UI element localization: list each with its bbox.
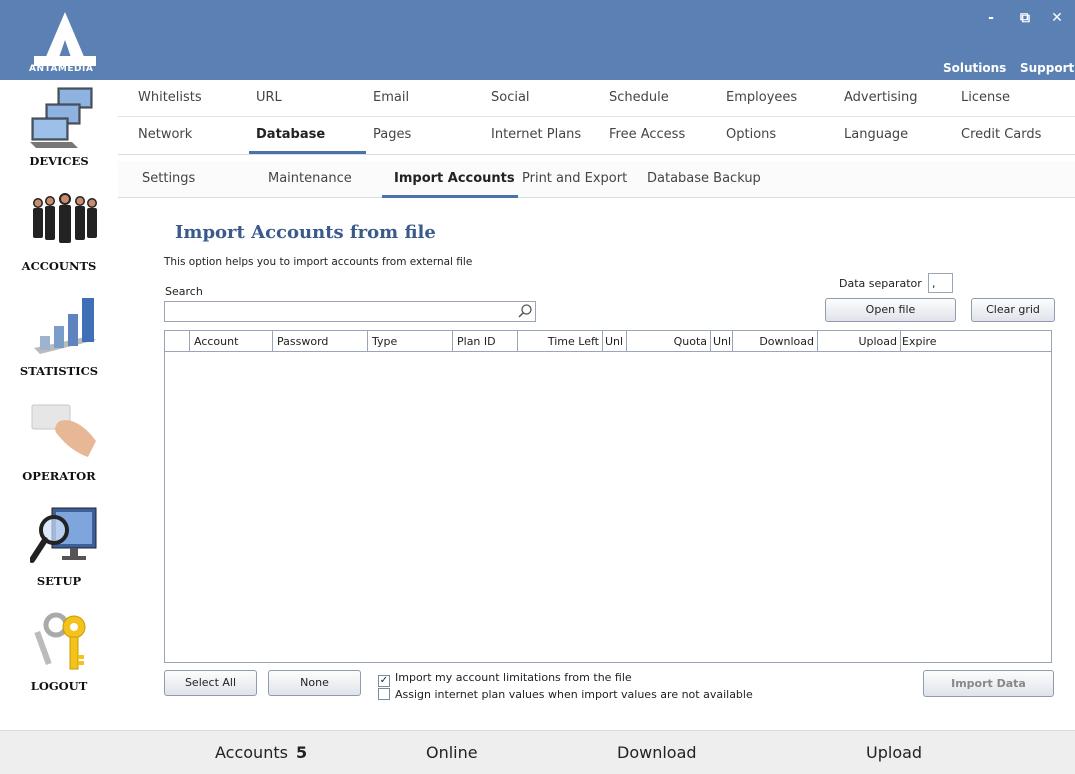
data-separator-label: Data separator (839, 277, 922, 290)
sidebar-item-logout[interactable]: LOGOUT (0, 605, 118, 710)
sidebar-item-statistics[interactable]: STATISTICS (0, 290, 118, 395)
tab-row-primary: Whitelists URL Email Social Schedule Emp… (118, 80, 1075, 117)
sidebar-item-setup[interactable]: SETUP (0, 500, 118, 605)
sidebar-item-devices[interactable]: DEVICES (0, 80, 118, 185)
subtab-print-and-export[interactable]: Print and Export (522, 171, 627, 186)
column-header-quota-unlimited[interactable]: Unl (711, 331, 733, 351)
computers-icon (30, 87, 93, 148)
search-label: Search (165, 285, 203, 298)
column-header-expire[interactable]: Expire (901, 331, 1051, 351)
tab-free-access[interactable]: Free Access (609, 127, 685, 142)
status-upload-label: Upload (866, 743, 923, 762)
page-description: This option helps you to import accounts… (164, 256, 473, 268)
solutions-link[interactable]: Solutions (943, 61, 1006, 75)
sidebar-label: LOGOUT (30, 679, 88, 693)
sidebar-item-accounts[interactable]: ACCOUNTS (0, 185, 118, 290)
data-separator-input[interactable] (928, 273, 953, 293)
logo-text: ANTAMEDIA (29, 64, 94, 74)
support-link[interactable]: Support (1020, 61, 1074, 75)
sidebar-label: DEVICES (29, 154, 89, 168)
accounts-grid[interactable]: Account Password Type Plan ID Time Left … (164, 330, 1052, 663)
subtab-import-accounts[interactable]: Import Accounts (394, 171, 515, 186)
column-header-account[interactable]: Account (190, 331, 273, 351)
clear-grid-button[interactable]: Clear grid (971, 298, 1055, 322)
bar-chart-icon (34, 298, 96, 354)
sidebar: DEVICES ACCOUNTS STATISTICS OPERATOR SET… (0, 80, 118, 730)
tab-email[interactable]: Email (373, 90, 409, 105)
subtab-row: Settings Maintenance Import Accounts Pri… (118, 161, 1075, 198)
restore-button[interactable]: ⧉ (1015, 10, 1035, 26)
column-header-time-left[interactable]: Time Left (518, 331, 603, 351)
sidebar-label: STATISTICS (19, 364, 99, 378)
status-download-label: Download (617, 743, 697, 762)
active-subtab-underline (382, 195, 518, 198)
column-header-type[interactable]: Type (368, 331, 453, 351)
search-icon[interactable] (517, 303, 533, 319)
sidebar-item-operator[interactable]: OPERATOR (0, 395, 118, 500)
page-title: Import Accounts from file (175, 222, 436, 243)
status-bar: Accounts 5 Online Download Upload (0, 730, 1075, 774)
tab-pages[interactable]: Pages (373, 127, 411, 142)
none-button[interactable]: None (268, 670, 361, 696)
grid-row-selector-header (165, 331, 190, 351)
tab-network[interactable]: Network (138, 127, 192, 142)
sidebar-label: OPERATOR (22, 469, 96, 483)
grid-header: Account Password Type Plan ID Time Left … (165, 331, 1051, 352)
open-file-button[interactable]: Open file (825, 298, 956, 322)
column-header-plan-id[interactable]: Plan ID (453, 331, 518, 351)
monitor-magnifier-icon (30, 507, 97, 563)
import-limitations-checkbox[interactable]: ✓ (378, 675, 390, 687)
people-icon (33, 193, 97, 243)
status-online-label: Online (426, 743, 478, 762)
import-limitations-label: Import my account limitations from the f… (395, 671, 632, 684)
subtab-database-backup[interactable]: Database Backup (647, 171, 761, 186)
column-header-quota[interactable]: Quota (627, 331, 711, 351)
tab-database[interactable]: Database (256, 127, 325, 142)
column-header-time-unlimited[interactable]: Unl (603, 331, 627, 351)
column-header-upload[interactable]: Upload (818, 331, 901, 351)
tab-internet-plans[interactable]: Internet Plans (491, 127, 581, 142)
assign-plan-label: Assign internet plan values when import … (395, 688, 753, 701)
tab-advertising[interactable]: Advertising (844, 90, 918, 105)
status-accounts: Accounts 5 (215, 743, 307, 762)
tab-language[interactable]: Language (844, 127, 908, 142)
tab-schedule[interactable]: Schedule (609, 90, 669, 105)
sidebar-label: SETUP (36, 574, 82, 588)
tab-options[interactable]: Options (726, 127, 776, 142)
active-tab-underline (249, 151, 366, 154)
assign-plan-option[interactable]: Assign internet plan values when import … (378, 688, 753, 701)
select-all-button[interactable]: Select All (164, 670, 257, 696)
sidebar-label: ACCOUNTS (21, 259, 97, 273)
tab-credit-cards[interactable]: Credit Cards (961, 127, 1041, 142)
title-bar: ANTAMEDIA - ⧉ ✕ Solutions Support (0, 0, 1075, 80)
subtab-maintenance[interactable]: Maintenance (268, 171, 352, 186)
close-button[interactable]: ✕ (1047, 10, 1067, 26)
tab-row-secondary: Network Database Pages Internet Plans Fr… (118, 117, 1075, 155)
column-header-download[interactable]: Download (733, 331, 818, 351)
subtab-settings[interactable]: Settings (142, 171, 195, 186)
assign-plan-checkbox[interactable] (378, 688, 390, 700)
tab-license[interactable]: License (961, 90, 1010, 105)
status-accounts-label: Accounts (215, 743, 288, 762)
tab-url[interactable]: URL (256, 90, 282, 105)
keys-icon (34, 612, 86, 670)
column-header-password[interactable]: Password (273, 331, 368, 351)
search-input[interactable] (164, 301, 536, 322)
tab-social[interactable]: Social (491, 90, 530, 105)
minimize-button[interactable]: - (981, 10, 1001, 26)
import-limitations-option[interactable]: ✓ Import my account limitations from the … (378, 671, 632, 687)
tab-employees[interactable]: Employees (726, 90, 797, 105)
tab-whitelists[interactable]: Whitelists (138, 90, 202, 105)
card-hand-icon (31, 404, 96, 457)
status-accounts-value: 5 (295, 743, 308, 762)
import-data-button[interactable]: Import Data (923, 670, 1054, 697)
